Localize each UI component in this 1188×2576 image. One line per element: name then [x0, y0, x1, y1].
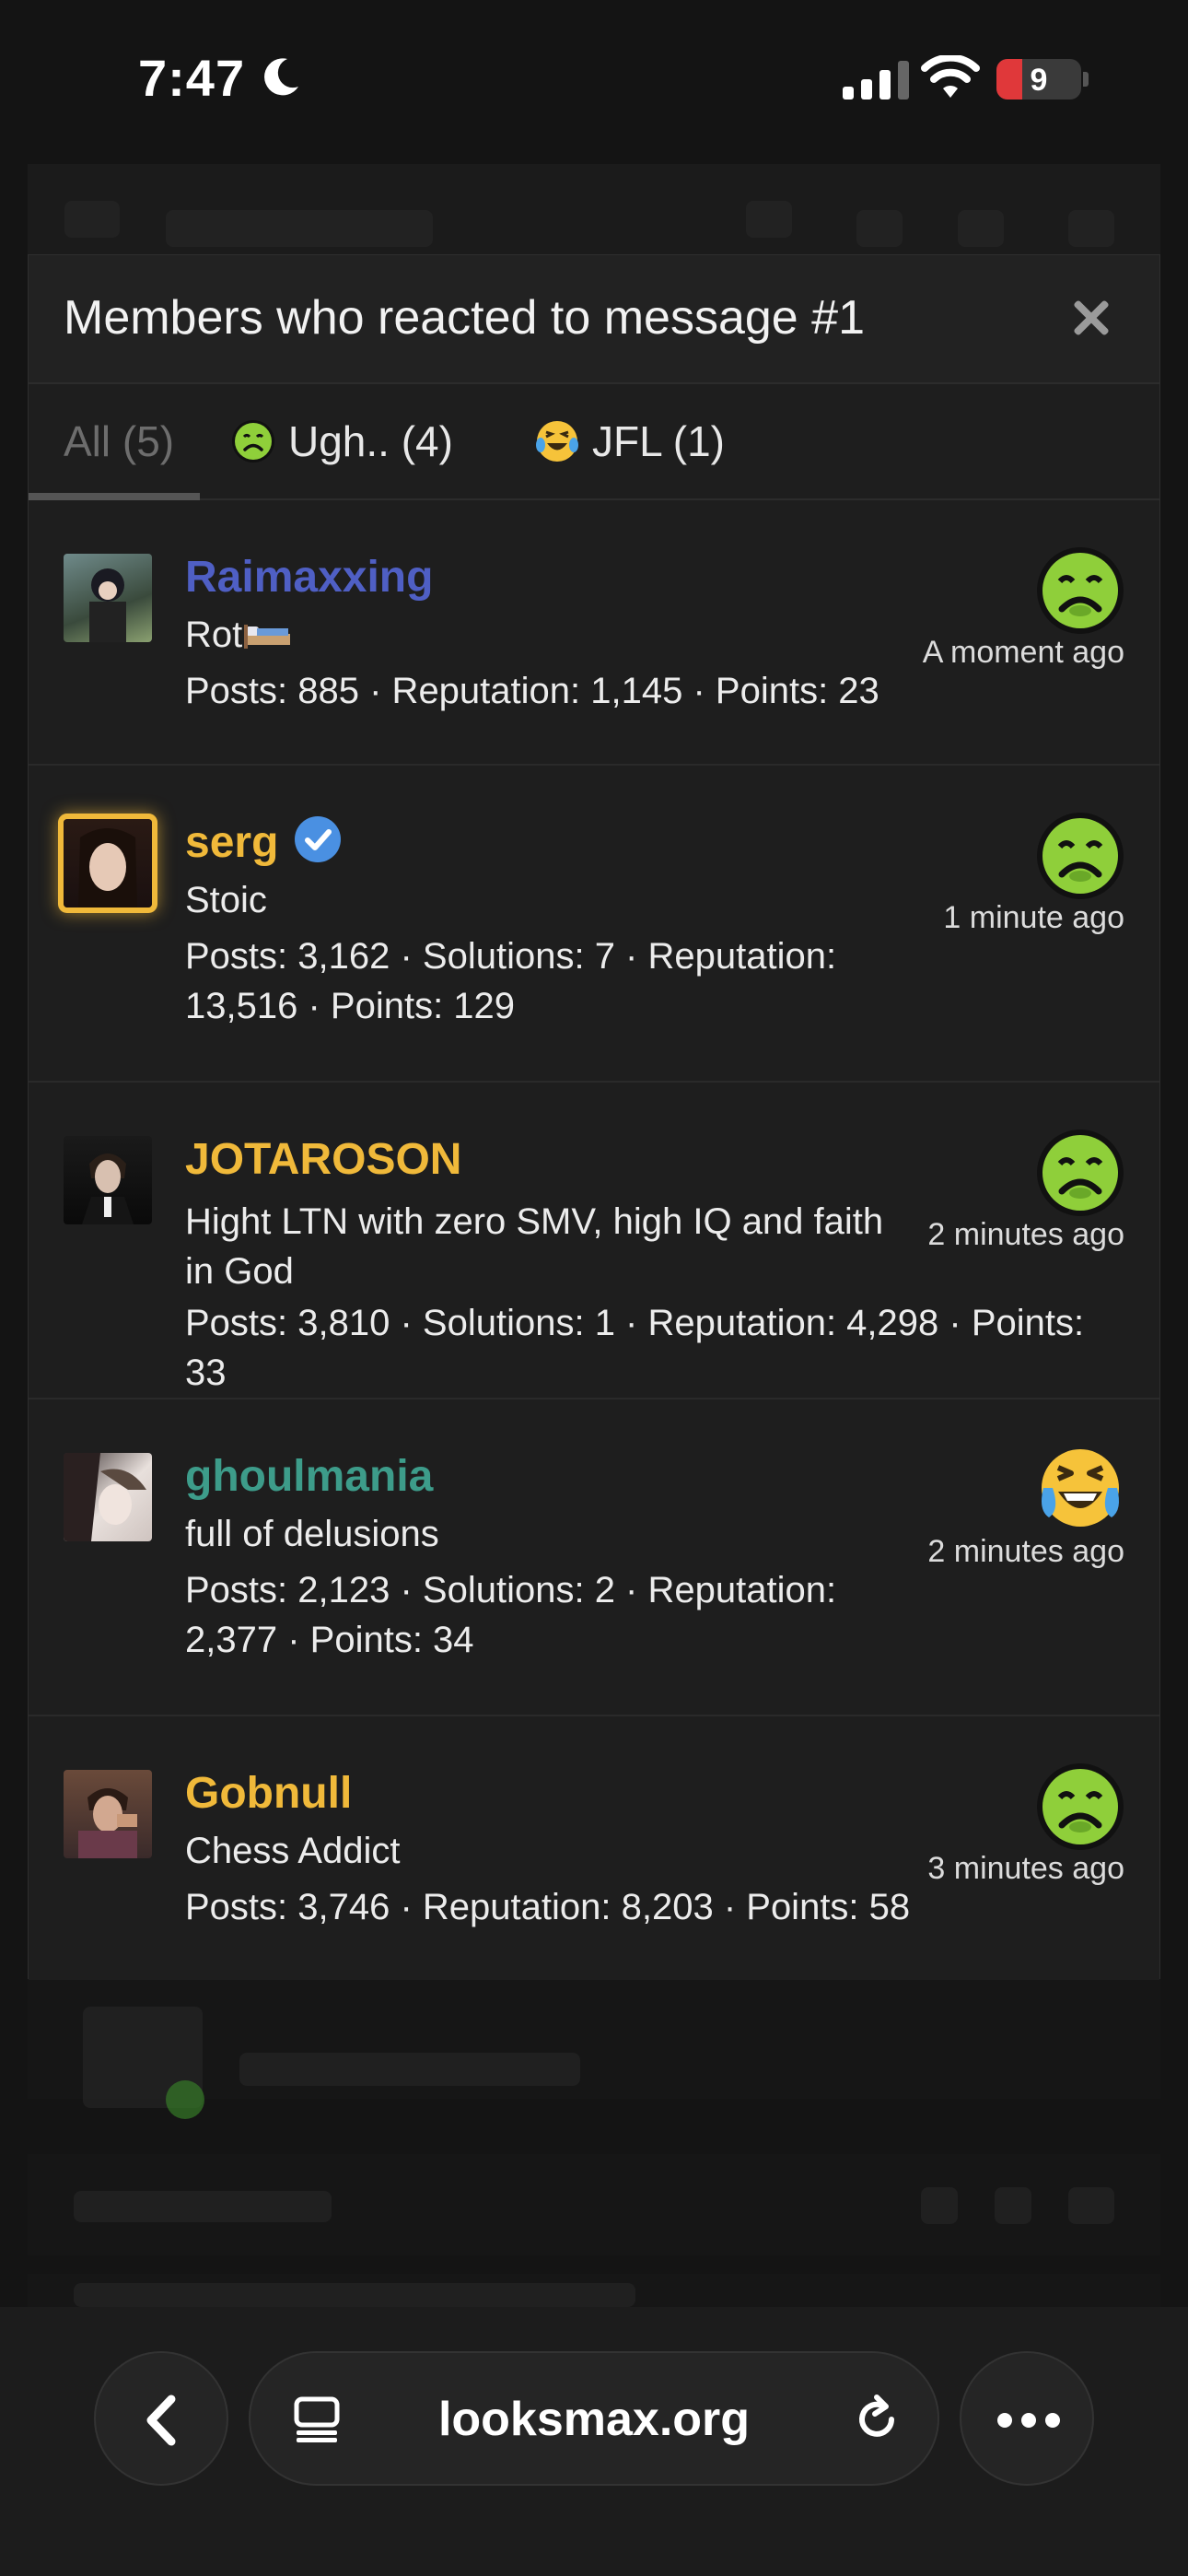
avatar[interactable] — [64, 1136, 152, 1224]
status-bar: 7:47 9 — [0, 0, 1188, 164]
member-name[interactable]: JOTAROSON — [185, 1134, 461, 1185]
member-title: Stoic — [185, 880, 267, 920]
moon-icon — [264, 58, 298, 96]
member-name[interactable]: Gobnull — [185, 1768, 352, 1819]
back-button[interactable] — [94, 2351, 228, 2486]
member-title: Chess Addict — [185, 1831, 401, 1871]
reaction-tabs: All (5) Ugh.. (4) JFL (1) — [29, 384, 1159, 500]
reaction-time: 3 minutes ago — [927, 1851, 1124, 1886]
member-stats: Posts: 885 · Reputation: 1,145 · Points:… — [185, 671, 879, 711]
reaction-time: 1 minute ago — [943, 900, 1124, 935]
nauseated-face-icon — [232, 420, 274, 463]
chevron-left-icon — [146, 2395, 176, 2446]
close-icon[interactable] — [1069, 296, 1113, 340]
reaction-time: 2 minutes ago — [927, 1534, 1124, 1569]
tab-jfl[interactable]: JFL (1) — [535, 384, 725, 498]
member-title: Rot — [185, 615, 292, 656]
member-stats: Posts: 3,810 · Solutions: 1 · Reputation… — [185, 1303, 1085, 1393]
reactions-modal: Members who reacted to message #1 All (5… — [28, 254, 1160, 1980]
member-name-text: serg — [185, 818, 279, 867]
browser-toolbar: looksmax.org — [0, 2307, 1188, 2576]
crying-laughing-face-icon — [1042, 1449, 1119, 1527]
modal-title: Members who reacted to message #1 — [64, 291, 865, 345]
reaction-time: 2 minutes ago — [927, 1217, 1124, 1252]
avatar[interactable] — [64, 1770, 152, 1858]
background-post — [28, 1979, 1160, 2119]
cellular-signal-icon — [843, 59, 909, 100]
crying-laughing-face-icon — [536, 421, 578, 462]
member-row[interactable]: ghoulmania full of delusions Posts: 2,12… — [29, 1399, 1159, 1716]
member-name[interactable]: Raimaxxing — [185, 552, 433, 603]
nauseated-face-icon — [1037, 1763, 1124, 1850]
member-title: Hight LTN with zero SMV, high IQ and fai… — [185, 1201, 884, 1292]
battery-level: 9 — [1030, 63, 1048, 98]
wifi-icon — [921, 55, 980, 98]
reaction-time: A moment ago — [922, 635, 1124, 670]
modal-header: Members who reacted to message #1 — [29, 255, 1159, 384]
member-stats: Posts: 3,162 · Solutions: 7 · Reputation… — [185, 936, 837, 1026]
avatar[interactable] — [64, 554, 152, 642]
battery-nub — [1083, 72, 1089, 87]
tab-ugh[interactable]: Ugh.. (4) — [231, 384, 453, 498]
avatar[interactable] — [64, 819, 152, 907]
member-name[interactable]: ghoulmania — [185, 1451, 433, 1502]
nauseated-face-icon — [1037, 547, 1124, 634]
active-tab-indicator — [29, 493, 200, 500]
avatar[interactable] — [64, 1453, 152, 1541]
nauseated-face-icon — [1037, 813, 1124, 899]
background-header — [28, 164, 1160, 256]
address-bar[interactable]: looksmax.org — [249, 2351, 939, 2486]
verified-badge-icon — [295, 816, 342, 863]
member-row[interactable]: JOTAROSON Hight LTN with zero SMV, high … — [29, 1083, 1159, 1399]
member-title-text: Rot — [185, 615, 243, 655]
member-row[interactable]: serg Stoic Posts: 3,162 · Solutions: 7 ·… — [29, 766, 1159, 1083]
tab-all-label: All (5) — [64, 417, 175, 465]
member-row[interactable]: Gobnull Chess Addict Posts: 3,746 · Repu… — [29, 1716, 1159, 1980]
member-title: full of delusions — [185, 1514, 439, 1554]
tab-ugh-label: Ugh.. (4) — [288, 417, 453, 465]
background-post-footer — [28, 2154, 1160, 2255]
battery-icon: 9 — [996, 59, 1081, 100]
tab-jfl-label: JFL (1) — [592, 417, 725, 465]
background-next-post — [28, 2274, 1160, 2307]
url-text: looksmax.org — [437, 2393, 751, 2446]
nauseated-face-icon — [1037, 1130, 1124, 1216]
more-options-button[interactable] — [960, 2351, 1094, 2486]
bed-icon — [244, 625, 291, 649]
status-time: 7:47 — [138, 49, 246, 107]
ellipsis-icon — [997, 2413, 1060, 2428]
member-stats: Posts: 2,123 · Solutions: 2 · Reputation… — [185, 1570, 837, 1660]
reload-icon[interactable] — [849, 2392, 904, 2447]
member-name[interactable]: serg — [185, 816, 342, 868]
tab-all[interactable]: All (5) — [64, 384, 174, 498]
member-row[interactable]: Raimaxxing Rot Posts: 885 · Reputation: … — [29, 500, 1159, 766]
member-stats: Posts: 3,746 · Reputation: 8,203 · Point… — [185, 1887, 911, 1927]
